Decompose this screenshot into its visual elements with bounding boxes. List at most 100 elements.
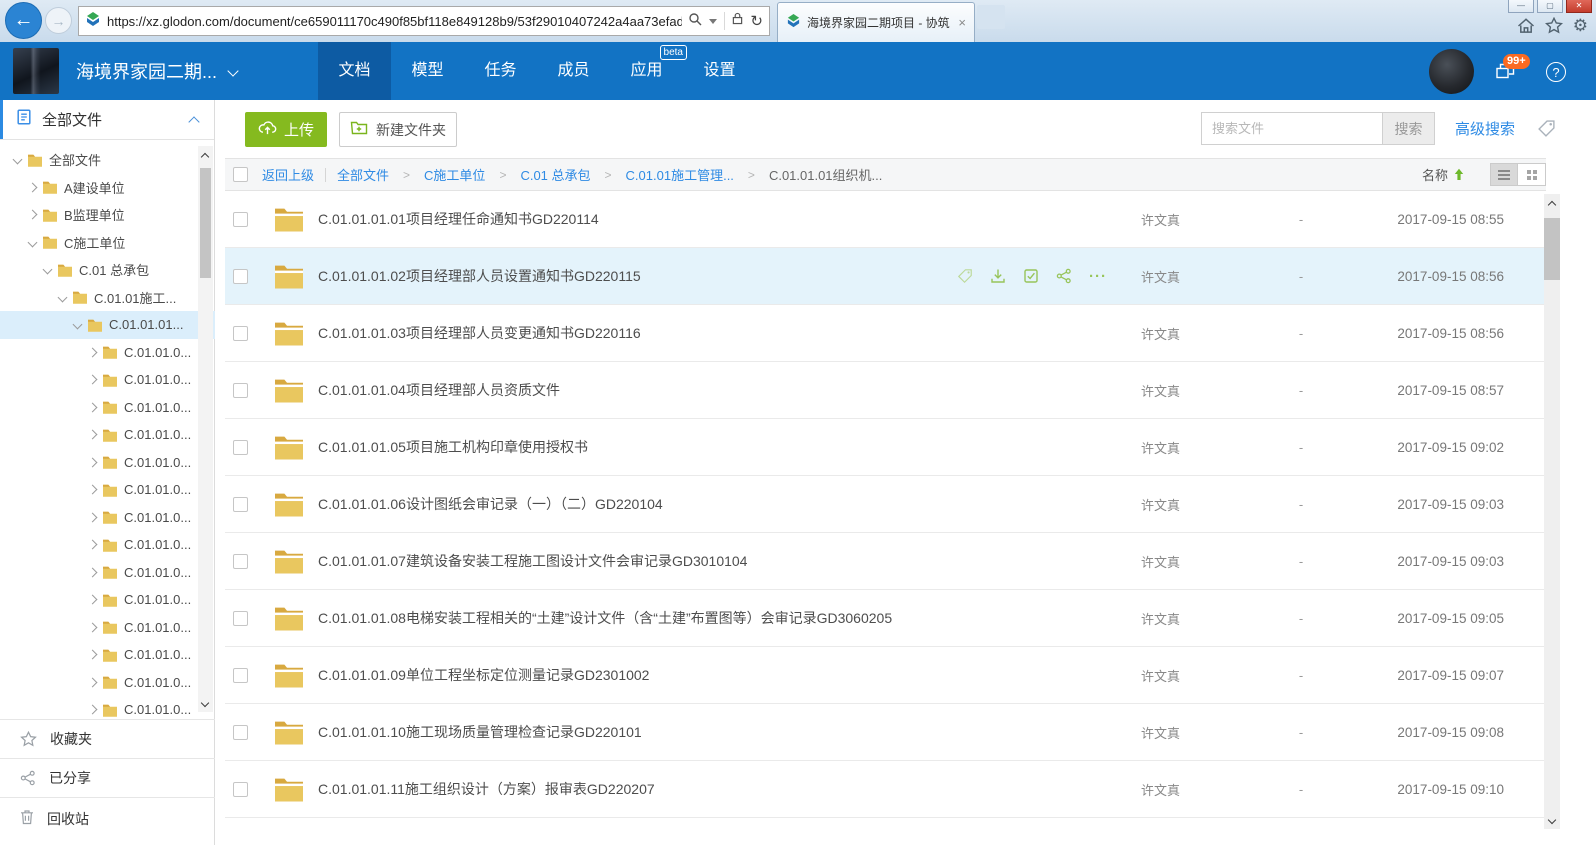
file-row[interactable]: C.01.01.01.06设计图纸会审记录（一）（二）GD220104许文真-2… bbox=[225, 476, 1546, 533]
tree-item[interactable]: C.01.01.0... bbox=[0, 559, 215, 587]
search-icon[interactable] bbox=[688, 12, 702, 31]
chevron-down-icon[interactable] bbox=[43, 265, 53, 275]
scroll-down-icon[interactable] bbox=[1548, 816, 1556, 824]
more-icon[interactable]: ··· bbox=[1089, 268, 1107, 285]
tree-item[interactable]: 全部文件 bbox=[0, 146, 215, 174]
row-checkbox[interactable] bbox=[233, 668, 248, 683]
project-switcher[interactable]: 海境界家园二期... bbox=[76, 42, 237, 100]
file-row[interactable]: C.01.01.01.04项目经理部人员资质文件许文真-2017-09-15 0… bbox=[225, 362, 1546, 419]
sort-ascending-icon[interactable] bbox=[1454, 168, 1464, 181]
file-name[interactable]: C.01.01.01.07建筑设备安装工程施工图设计文件会审记录GD301010… bbox=[318, 551, 1141, 571]
browser-back-button[interactable]: ← bbox=[5, 2, 42, 39]
approve-icon[interactable] bbox=[1023, 268, 1039, 284]
scroll-up-icon[interactable] bbox=[201, 153, 209, 161]
tree-scrollbar-thumb[interactable] bbox=[200, 168, 211, 278]
row-checkbox[interactable] bbox=[233, 497, 248, 512]
row-checkbox[interactable] bbox=[233, 269, 248, 284]
search-button[interactable]: 搜索 bbox=[1383, 112, 1435, 145]
chevron-right-icon[interactable] bbox=[88, 402, 98, 412]
chevron-down-icon[interactable] bbox=[13, 155, 23, 165]
chevron-down-icon[interactable] bbox=[28, 237, 38, 247]
scroll-up-icon[interactable] bbox=[1548, 201, 1556, 209]
download-icon[interactable] bbox=[990, 268, 1006, 284]
go-up-link[interactable]: 返回上级 bbox=[262, 165, 314, 184]
chevron-right-icon[interactable] bbox=[88, 457, 98, 467]
search-input[interactable] bbox=[1201, 112, 1383, 145]
chevron-right-icon[interactable] bbox=[88, 540, 98, 550]
home-icon[interactable] bbox=[1517, 17, 1535, 39]
tab-close-icon[interactable]: × bbox=[958, 15, 966, 30]
file-row[interactable]: C.01.01.01.09单位工程坐标定位测量记录GD2301002许文真-20… bbox=[225, 647, 1546, 704]
chevron-up-icon[interactable] bbox=[188, 116, 199, 127]
tree-item[interactable]: C施工单位 bbox=[0, 229, 215, 257]
file-row[interactable]: C.01.01.01.03项目经理部人员变更通知书GD220116许文真-201… bbox=[225, 305, 1546, 362]
file-name[interactable]: C.01.01.01.11施工组织设计（方案）报审表GD220207 bbox=[318, 779, 1141, 799]
tree-item[interactable]: C.01.01.0... bbox=[0, 504, 215, 532]
file-row[interactable]: C.01.01.01.10施工现场质量管理检查记录GD220101许文真-201… bbox=[225, 704, 1546, 761]
chevron-right-icon[interactable] bbox=[88, 430, 98, 440]
file-row[interactable]: C.01.01.01.08电梯安装工程相关的“土建”设计文件（含“土建”布置图等… bbox=[225, 590, 1546, 647]
tree-item[interactable]: C.01.01.0... bbox=[0, 614, 215, 642]
sidebar-item-favorites[interactable]: 收藏夹 bbox=[0, 719, 215, 758]
upload-button[interactable]: 上传 bbox=[245, 112, 327, 147]
file-name[interactable]: C.01.01.01.03项目经理部人员变更通知书GD220116 bbox=[318, 323, 1141, 343]
browser-tab[interactable]: 海境界家园二期项目 - 协筑 × bbox=[777, 2, 975, 42]
file-name[interactable]: C.01.01.01.01项目经理任命通知书GD220114 bbox=[318, 209, 1141, 229]
window-maximize-button[interactable]: ▢ bbox=[1537, 0, 1563, 13]
tree-item[interactable]: C.01.01.01... bbox=[0, 311, 215, 339]
row-checkbox[interactable] bbox=[233, 725, 248, 740]
tree-item[interactable]: C.01.01.0... bbox=[0, 641, 215, 669]
favorites-star-icon[interactable] bbox=[1545, 17, 1563, 39]
menu-item-apps[interactable]: 应用 beta bbox=[610, 42, 683, 100]
file-name[interactable]: C.01.01.01.10施工现场质量管理检查记录GD220101 bbox=[318, 722, 1141, 742]
tag-icon[interactable] bbox=[1537, 119, 1556, 138]
chevron-right-icon[interactable] bbox=[88, 595, 98, 605]
tree-item[interactable]: C.01.01.0... bbox=[0, 586, 215, 614]
tree-item[interactable]: C.01.01.0... bbox=[0, 339, 215, 367]
window-minimize-button[interactable]: — bbox=[1508, 0, 1534, 13]
address-bar[interactable]: https://xz.glodon.com/document/ce6590111… bbox=[78, 6, 770, 36]
tree-item[interactable]: C.01.01施工... bbox=[0, 284, 215, 312]
new-tab-button[interactable] bbox=[977, 5, 1005, 29]
file-name[interactable]: C.01.01.01.06设计图纸会审记录（一）（二）GD220104 bbox=[318, 494, 1141, 514]
list-view-button[interactable] bbox=[1490, 163, 1518, 186]
sidebar-item-shared[interactable]: 已分享 bbox=[0, 758, 215, 797]
breadcrumb-item[interactable]: C.01 总承包 bbox=[520, 165, 590, 184]
chevron-right-icon[interactable] bbox=[88, 567, 98, 577]
row-checkbox[interactable] bbox=[233, 554, 248, 569]
breadcrumb-item[interactable]: C施工单位 bbox=[424, 165, 485, 184]
refresh-icon[interactable]: ↻ bbox=[750, 12, 763, 30]
menu-item-model[interactable]: 模型 bbox=[391, 42, 464, 100]
new-folder-button[interactable]: 新建文件夹 bbox=[339, 112, 457, 147]
menu-item-settings[interactable]: 设置 bbox=[683, 42, 756, 100]
help-button[interactable]: ? bbox=[1546, 62, 1566, 82]
chevron-right-icon[interactable] bbox=[88, 677, 98, 687]
chevron-right-icon[interactable] bbox=[88, 512, 98, 522]
tree-item[interactable]: B监理单位 bbox=[0, 201, 215, 229]
row-checkbox[interactable] bbox=[233, 212, 248, 227]
tree-item[interactable]: C.01.01.0... bbox=[0, 366, 215, 394]
breadcrumb-item[interactable]: 全部文件 bbox=[337, 165, 389, 184]
user-avatar[interactable] bbox=[1429, 49, 1474, 94]
row-checkbox[interactable] bbox=[233, 383, 248, 398]
tree-item[interactable]: C.01.01.0... bbox=[0, 449, 215, 477]
project-thumbnail[interactable] bbox=[13, 48, 59, 94]
chevron-right-icon[interactable] bbox=[88, 347, 98, 357]
chevron-right-icon[interactable] bbox=[28, 182, 38, 192]
file-row[interactable]: C.01.01.01.05项目施工机构印章使用授权书许文真-2017-09-15… bbox=[225, 419, 1546, 476]
sort-by-name-label[interactable]: 名称 bbox=[1422, 165, 1448, 184]
menu-item-tasks[interactable]: 任务 bbox=[464, 42, 537, 100]
advanced-search-link[interactable]: 高级搜索 bbox=[1455, 118, 1515, 139]
sidebar-item-recycle-bin[interactable]: 回收站 bbox=[0, 797, 215, 845]
file-row[interactable]: C.01.01.01.01项目经理任命通知书GD220114许文真-2017-0… bbox=[225, 191, 1546, 248]
address-dropdown-icon[interactable] bbox=[709, 19, 717, 24]
chevron-right-icon[interactable] bbox=[28, 210, 38, 220]
row-checkbox[interactable] bbox=[233, 440, 248, 455]
file-row[interactable]: C.01.01.01.11施工组织设计（方案）报审表GD220207许文真-20… bbox=[225, 761, 1546, 818]
browser-forward-button[interactable]: → bbox=[45, 7, 72, 34]
tree-item[interactable]: C.01.01.0... bbox=[0, 476, 215, 504]
sidebar-header[interactable]: 全部文件 bbox=[0, 100, 214, 140]
file-name[interactable]: C.01.01.01.04项目经理部人员资质文件 bbox=[318, 380, 1141, 400]
file-name[interactable]: C.01.01.01.09单位工程坐标定位测量记录GD2301002 bbox=[318, 665, 1141, 685]
chevron-right-icon[interactable] bbox=[88, 622, 98, 632]
